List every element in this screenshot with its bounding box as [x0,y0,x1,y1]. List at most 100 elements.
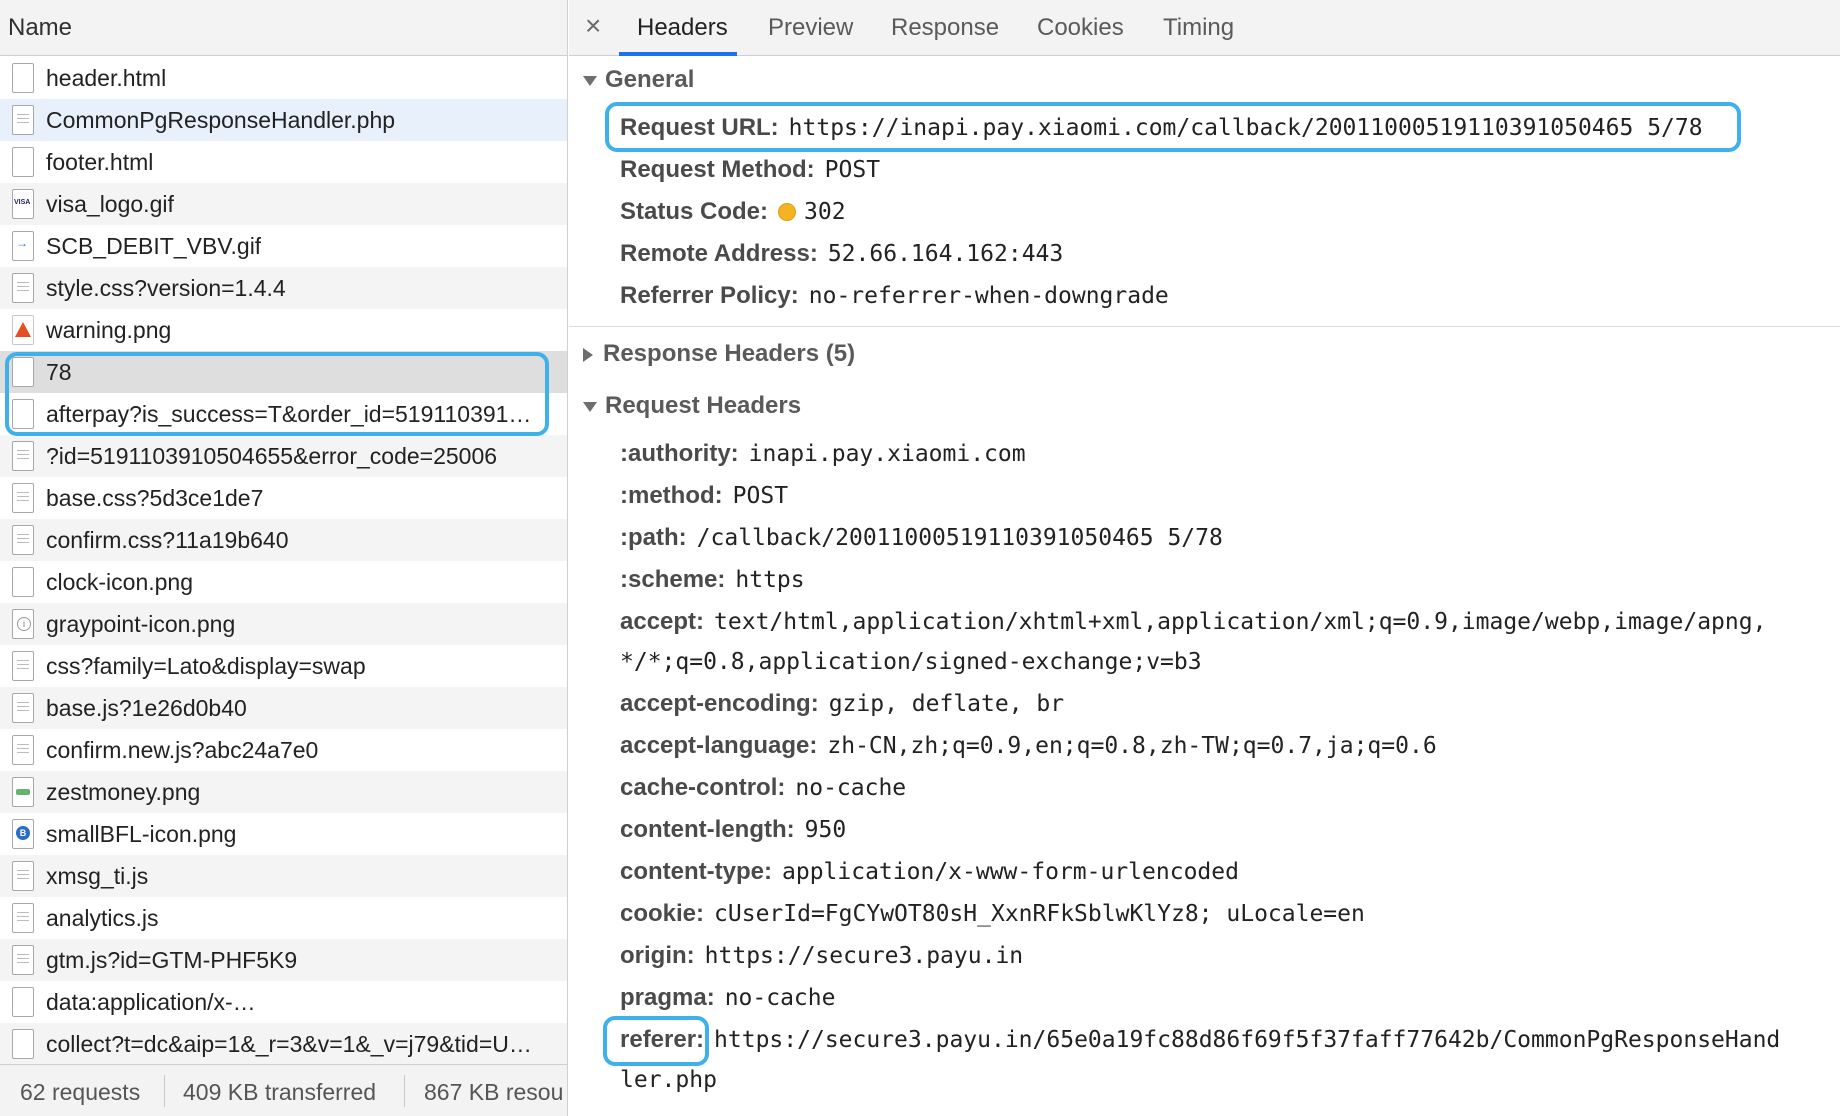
document-icon [12,483,34,513]
active-tab-indicator [619,52,737,56]
header-key: :scheme: [620,566,726,593]
arrow-image-icon [12,231,34,261]
document-icon [12,273,34,303]
request-row-gtm-js[interactable]: gtm.js?id=GTM-PHF5K9 [0,939,567,981]
request-url-value: https://inapi.pay.xiaomi.com/callback/20… [788,115,1703,141]
name-column-header[interactable]: Name [0,0,567,56]
header-row-accept-language: accept-language: zh-CN,zh;q=0.9,en;q=0.8,… [620,732,1437,760]
request-row-collect[interactable]: collect?t=dc&aip=1&_r=3&v=1&_v=j79&tid=U… [0,1023,567,1065]
response-headers-toggle[interactable]: Response Headers (5) [583,340,855,368]
response-headers-title: Response Headers (5) [603,340,856,367]
request-row-style-css[interactable]: style.css?version=1.4.4 [0,267,567,309]
document-icon [12,945,34,975]
request-row-visa-logo[interactable]: visa_logo.gif [0,183,567,225]
header-key: origin: [620,942,695,969]
request-row-smallbfl-icon[interactable]: smallBFL-icon.png [0,813,567,855]
request-row-footer-html[interactable]: footer.html [0,141,567,183]
request-row-commonpgresponsehandler[interactable]: CommonPgResponseHandler.php [0,99,567,141]
header-row-accept: accept: text/html,application/xhtml+xml,a… [620,608,1766,636]
request-name: zestmoney.png [46,779,201,805]
request-row-graypoint-icon[interactable]: graypoint-icon.png [0,603,567,645]
tab-cookies[interactable]: Cookies [1037,14,1124,42]
tab-timing[interactable]: Timing [1163,14,1234,42]
request-name: collect?t=dc&aip=1&_r=3&v=1&_v=j79&tid=U… [46,1031,532,1057]
header-row-cookie: cookie: cUserId=FgCYwOT80sH_XxnRFkSblwKlY… [620,900,1365,928]
request-row-warning-png[interactable]: warning.png [0,309,567,351]
header-key: cache-control: [620,774,786,801]
transferred-size: 409 KB transferred [183,1079,377,1105]
visa-image-icon [12,189,34,219]
header-row-referer-continuation: ler.php [620,1066,717,1094]
close-icon[interactable]: × [585,10,601,42]
remote-address-value: 52.66.164.162:443 [827,241,1064,267]
header-value: inapi.pay.xiaomi.com [748,441,1026,467]
remote-address-key: Remote Address: [620,240,818,267]
request-method-value: POST [824,157,881,183]
request-headers-toggle[interactable]: Request Headers [583,392,801,420]
header-row-authority: :authority: inapi.pay.xiaomi.com [620,440,1026,468]
request-row-error-code[interactable]: ?id=5191103910504655&error_code=25006 [0,435,567,477]
header-value: /callback/20011000519110391050465 5/78 [696,525,1223,551]
request-row-data-application[interactable]: data:application/x-… [0,981,567,1023]
request-name: style.css?version=1.4.4 [46,275,286,301]
request-name: gtm.js?id=GTM-PHF5K9 [46,947,298,973]
status-code-row: Status Code: 302 [620,198,846,226]
header-value: cUserId=FgCYwOT80sH_XxnRFkSblwKlYz8; uLo… [714,901,1365,927]
header-value: text/html,application/xhtml+xml,applicat… [714,609,1767,635]
request-row-css-family-lato[interactable]: css?family=Lato&display=swap [0,645,567,687]
header-value: no-cache [724,985,836,1011]
request-row-afterpay[interactable]: afterpay?is_success=T&order_id=519110391… [0,393,567,435]
request-row-confirm-new-js[interactable]: confirm.new.js?abc24a7e0 [0,729,567,771]
document-icon [12,903,34,933]
request-name: SCB_DEBIT_VBV.gif [46,233,262,259]
blank-file-icon [12,357,34,387]
request-row-analytics-js[interactable]: analytics.js [0,897,567,939]
request-name: afterpay?is_success=T&order_id=519110391… [46,401,532,427]
request-row-78[interactable]: 78 [0,351,567,393]
request-name: confirm.css?11a19b640 [46,527,289,553]
tab-preview[interactable]: Preview [768,14,853,42]
name-column-label: Name [8,14,73,41]
header-value-continuation: */*;q=0.8,application/signed-exchange;v=… [620,649,1202,675]
request-name: base.css?5d3ce1de7 [46,485,264,511]
request-row-base-css[interactable]: base.css?5d3ce1de7 [0,477,567,519]
header-value: gzip, deflate, br [828,691,1065,717]
blank-file-icon [12,399,34,429]
status-code-key: Status Code: [620,198,769,225]
document-icon [12,861,34,891]
summary-divider [164,1075,165,1107]
request-row-zestmoney[interactable]: zestmoney.png [0,771,567,813]
header-key: accept-encoding: [620,690,819,717]
request-row-header-html[interactable]: header.html [0,57,567,99]
request-row-base-js[interactable]: base.js?1e26d0b40 [0,687,567,729]
referrer-policy-row: Referrer Policy: no-referrer-when-downgra… [620,282,1169,310]
status-code-value: 302 [804,199,846,225]
expand-triangle-icon [583,75,597,86]
header-value-continuation: ler.php [620,1067,717,1093]
request-row-xmsg-ti-js[interactable]: xmsg_ti.js [0,855,567,897]
blue-badge-image-icon [12,819,34,849]
header-key: cookie: [620,900,705,927]
header-row-origin: origin: https://secure3.payu.in [620,942,1023,970]
document-icon [12,693,34,723]
request-list-panel: Name header.html CommonPgResponseHandler… [0,0,568,1116]
request-name: graypoint-icon.png [46,611,236,637]
header-row-scheme: :scheme: https [620,566,805,594]
request-row-confirm-css[interactable]: confirm.css?11a19b640 [0,519,567,561]
header-row-referer: referer: https://secure3.payu.in/65e0a19f… [620,1026,1780,1054]
request-list: header.html CommonPgResponseHandler.php … [0,57,567,1065]
tab-headers[interactable]: Headers [637,14,728,42]
header-row-accept-encoding: accept-encoding: gzip, deflate, br [620,690,1064,718]
tab-response[interactable]: Response [891,14,999,42]
request-name: CommonPgResponseHandler.php [46,107,396,133]
header-value: 950 [804,817,847,843]
request-row-clock-icon[interactable]: clock-icon.png [0,561,567,603]
header-row-pragma: pragma: no-cache [620,984,835,1012]
request-name: analytics.js [46,905,159,931]
general-section-toggle[interactable]: General [583,66,694,94]
request-name: xmsg_ti.js [46,863,149,889]
section-divider [569,326,1840,327]
referrer-policy-key: Referrer Policy: [620,282,799,309]
document-icon [12,525,34,555]
request-row-scb-debit[interactable]: SCB_DEBIT_VBV.gif [0,225,567,267]
